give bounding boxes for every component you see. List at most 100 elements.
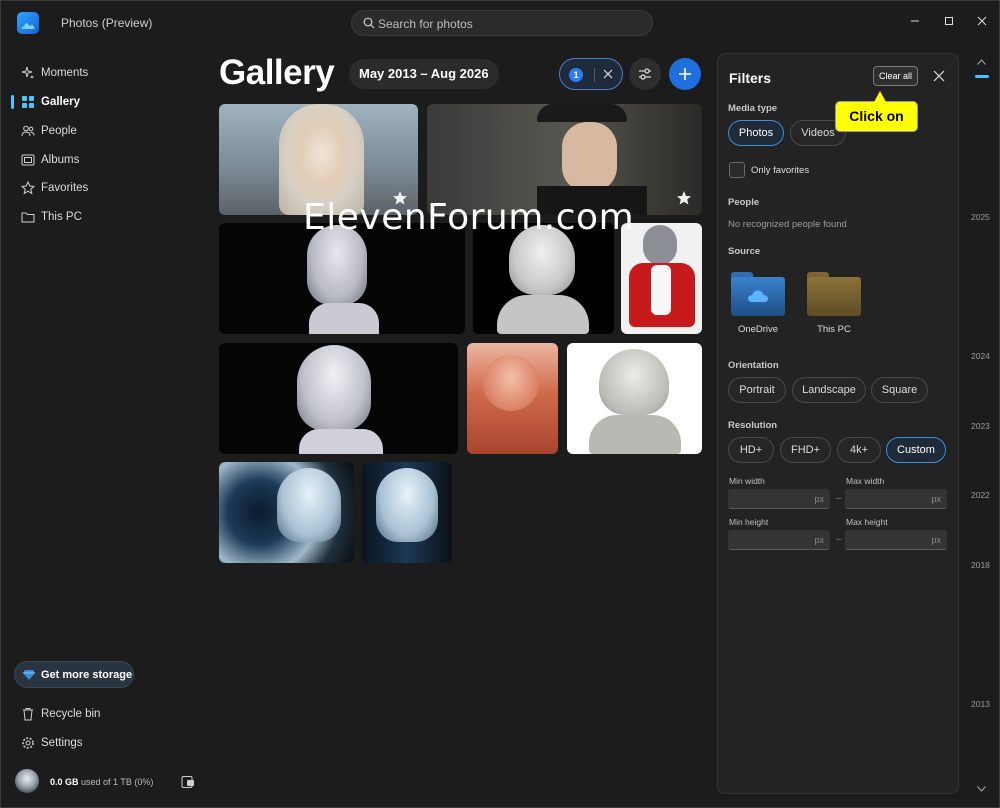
photo-thumbnail[interactable] xyxy=(219,343,458,454)
embryo-figure xyxy=(483,355,539,411)
favorite-star-icon[interactable] xyxy=(676,190,692,206)
alien-figure xyxy=(643,225,677,265)
sidebar-item-label: Recycle bin xyxy=(41,708,101,720)
max-height-label: Max height xyxy=(846,517,888,527)
minimize-icon[interactable] xyxy=(907,13,923,29)
resolution-4k-chip[interactable]: 4k+ xyxy=(837,437,881,463)
unit-label: px xyxy=(931,535,941,545)
min-height-field[interactable]: px xyxy=(728,530,830,550)
photo-thumbnail[interactable] xyxy=(621,223,702,334)
alien-body xyxy=(497,295,589,334)
resolution-custom-chip[interactable]: Custom xyxy=(886,437,946,463)
photo-thumbnail[interactable] xyxy=(567,343,702,454)
timeline-year[interactable]: 2024 xyxy=(971,351,990,361)
search-placeholder: Search for photos xyxy=(378,17,473,31)
folder-icon xyxy=(807,277,861,316)
unit-label: px xyxy=(814,494,824,504)
page-title: Gallery xyxy=(219,53,335,92)
sparkle-icon xyxy=(21,66,34,79)
this-pc-source[interactable] xyxy=(807,272,861,316)
maximize-icon[interactable] xyxy=(941,13,957,29)
sidebar-item-people[interactable]: People xyxy=(11,118,201,144)
alien-figure xyxy=(277,468,341,542)
sidebar-item-this-pc[interactable]: This PC xyxy=(11,204,201,230)
orientation-portrait-chip[interactable]: Portrait xyxy=(728,377,786,403)
media-type-label: Media type xyxy=(728,103,778,114)
add-button[interactable] xyxy=(669,58,701,90)
alien-figure xyxy=(297,345,371,431)
account-row[interactable]: 0.0 GB used of 1 TB (0%) xyxy=(15,769,201,795)
filters-button[interactable] xyxy=(629,58,661,90)
usage-amount: 0.0 GB xyxy=(50,777,79,787)
resolution-fhd-chip[interactable]: FHD+ xyxy=(780,437,831,463)
timeline-position-marker[interactable] xyxy=(975,75,989,78)
search-icon xyxy=(363,17,375,29)
resolution-label: Resolution xyxy=(728,420,778,431)
timeline-year[interactable]: 2022 xyxy=(971,490,990,500)
sidebar-item-favorites[interactable]: Favorites xyxy=(11,175,201,201)
app-title: Photos (Preview) xyxy=(61,16,153,30)
orientation-landscape-chip[interactable]: Landscape xyxy=(792,377,866,403)
cloud-sync-icon[interactable] xyxy=(181,775,195,789)
orientation-square-chip[interactable]: Square xyxy=(871,377,928,403)
close-icon[interactable] xyxy=(933,70,945,82)
people-label: People xyxy=(728,197,760,208)
date-range-button[interactable]: May 2013 – Aug 2026 xyxy=(349,59,499,89)
sidebar-item-recycle-bin[interactable]: Recycle bin xyxy=(11,701,201,727)
this-pc-label: This PC xyxy=(817,324,851,335)
resolution-hd-chip[interactable]: HD+ xyxy=(728,437,774,463)
sidebar-item-label: Gallery xyxy=(41,96,80,108)
get-more-storage-button[interactable]: Get more storage xyxy=(14,661,134,688)
scroll-down-icon[interactable] xyxy=(977,786,986,792)
alien-body xyxy=(299,429,383,454)
media-photos-chip[interactable]: Photos xyxy=(728,120,784,146)
photo-thumbnail[interactable] xyxy=(219,223,465,334)
source-label: Source xyxy=(728,246,761,257)
onedrive-label: OneDrive xyxy=(737,324,779,335)
filters-panel: Filters Clear all Media type Photos Vide… xyxy=(717,53,959,794)
portrait-figure xyxy=(562,122,617,192)
avatar[interactable] xyxy=(15,769,39,793)
photo-thumbnail[interactable] xyxy=(467,343,558,454)
active-filter-chip[interactable]: 1 xyxy=(559,58,623,90)
sidebar-item-label: Favorites xyxy=(41,182,89,194)
max-height-field[interactable]: px xyxy=(845,530,947,550)
min-height-label: Min height xyxy=(729,517,769,527)
unit-label: px xyxy=(814,535,824,545)
min-width-label: Min width xyxy=(729,476,765,486)
timeline-year[interactable]: 2013 xyxy=(971,699,990,709)
timeline-year[interactable]: 2025 xyxy=(971,212,990,222)
gear-icon xyxy=(22,737,34,749)
filters-title: Filters xyxy=(729,70,772,86)
sidebar-item-moments[interactable]: Moments xyxy=(11,60,201,86)
photo-thumbnail[interactable] xyxy=(219,462,354,563)
clear-all-button[interactable]: Clear all xyxy=(873,66,918,86)
alien-figure xyxy=(599,349,669,415)
only-favorites-checkbox[interactable] xyxy=(729,162,745,178)
orientation-label: Orientation xyxy=(728,360,779,371)
timeline-year[interactable]: 2018 xyxy=(971,560,990,570)
sidebar-item-albums[interactable]: Albums xyxy=(11,147,201,173)
scroll-up-icon[interactable] xyxy=(977,59,986,65)
close-window-icon[interactable] xyxy=(974,13,990,29)
onedrive-source[interactable] xyxy=(731,272,785,316)
sidebar-item-label: Settings xyxy=(41,737,83,749)
max-width-field[interactable]: px xyxy=(845,489,947,509)
sidebar-item-settings[interactable]: Settings xyxy=(11,730,201,756)
search-box[interactable]: Search for photos xyxy=(351,10,653,36)
storage-button-label: Get more storage xyxy=(41,669,133,681)
photo-thumbnail[interactable] xyxy=(473,223,614,334)
timeline-year[interactable]: 2023 xyxy=(971,421,990,431)
onedrive-folder-icon xyxy=(731,277,785,316)
usage-detail: used of 1 TB (0%) xyxy=(81,777,154,787)
folder-icon xyxy=(21,212,35,223)
people-empty-text: No recognized people found xyxy=(728,219,847,230)
photos-app-icon xyxy=(17,12,39,34)
alien-body xyxy=(589,415,681,454)
min-width-field[interactable]: px xyxy=(728,489,830,509)
sidebar-item-gallery[interactable]: Gallery xyxy=(11,89,201,115)
photo-thumbnail[interactable] xyxy=(362,462,452,563)
clear-filter-icon[interactable] xyxy=(602,68,614,80)
sidebar-item-label: This PC xyxy=(41,211,82,223)
alien-body xyxy=(309,303,379,334)
